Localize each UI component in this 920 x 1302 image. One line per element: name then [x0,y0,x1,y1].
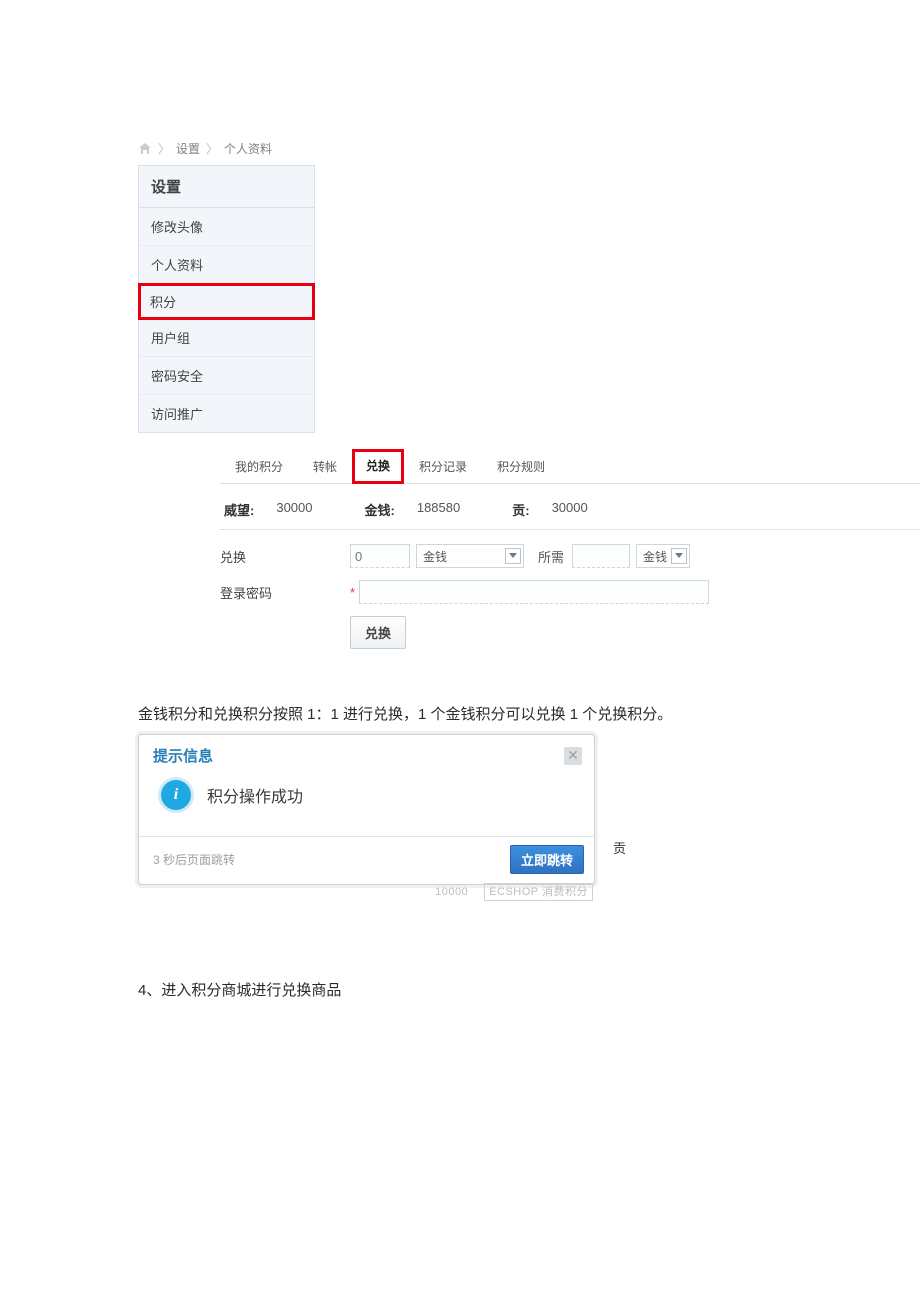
need-label: 所需 [538,547,564,566]
modal-under-row: 10000 ECSHOP 消费积分 [138,881,595,901]
tab-points-log[interactable]: 积分记录 [404,449,482,483]
stat-contrib-label: 贡: [512,500,529,519]
points-tabs: 我的积分 转帐 兑换 积分记录 积分规则 [220,449,920,484]
chevron-down-icon [505,548,521,564]
exchange-ratio-paragraph: 金钱积分和兑换积分按照 1：1 进行兑换，1 个金钱积分可以兑换 1 个兑换积分… [138,703,920,724]
login-password-input[interactable] [359,580,709,604]
sidebar-item-usergroup[interactable]: 用户组 [139,319,314,357]
stat-prestige-value: 30000 [276,500,312,519]
info-icon: i [161,780,191,810]
chevron-down-icon [671,548,687,564]
exchange-to-value: 金钱 [643,548,667,565]
tab-transfer[interactable]: 转帐 [298,449,352,483]
jump-now-button[interactable]: 立即跳转 [510,845,584,874]
sidebar-item-promotion[interactable]: 访问推广 [139,395,314,432]
exchange-from-value: 金钱 [423,548,447,565]
settings-sidebar: 设置 修改头像 个人资料 积分 用户组 密码安全 访问推广 [138,165,315,433]
sidebar-item-avatar[interactable]: 修改头像 [139,208,314,246]
close-icon[interactable]: ✕ [564,747,582,765]
modal-message: 积分操作成功 [207,783,303,807]
breadcrumb-item-profile[interactable]: 个人资料 [224,140,272,157]
exchange-qty-input[interactable] [350,544,410,568]
exchange-from-select[interactable]: 金钱 [416,544,524,568]
step-4-paragraph: 4、进入积分商城进行兑换商品 [138,979,920,1000]
success-modal: 提示信息 ✕ i 积分操作成功 3 秒后页面跳转 立即跳转 [138,734,595,885]
exchange-submit-button[interactable]: 兑换 [350,616,406,649]
points-stats: 威望: 30000 金钱: 188580 贡: 30000 [220,484,920,530]
breadcrumb-sep: 〉 [206,140,218,157]
tab-exchange[interactable]: 兑换 [352,449,404,484]
tab-my-points[interactable]: 我的积分 [220,449,298,483]
stat-money-label: 金钱: [365,500,395,519]
cropped-char: 贡 [613,838,626,857]
home-icon[interactable] [138,142,152,155]
password-label: 登录密码 [220,583,350,602]
sidebar-item-profile[interactable]: 个人资料 [139,246,314,284]
sidebar-item-password[interactable]: 密码安全 [139,357,314,395]
sidebar-item-points[interactable]: 积分 [138,283,315,320]
required-asterisk: * [350,585,355,600]
under-number: 10000 [435,886,468,898]
sidebar-header: 设置 [139,166,314,208]
under-text: ECSHOP 消费积分 [484,883,593,901]
modal-title: 提示信息 [153,745,213,766]
need-qty-input[interactable] [572,544,630,568]
stat-contrib-value: 30000 [552,500,588,519]
exchange-label: 兑换 [220,547,350,566]
stat-money-value: 188580 [417,500,460,519]
breadcrumb: 〉 设置 〉 个人资料 [138,140,920,157]
stat-prestige-label: 威望: [224,500,254,519]
modal-countdown: 3 秒后页面跳转 [153,851,235,868]
tab-points-rules[interactable]: 积分规则 [482,449,560,483]
breadcrumb-item-settings[interactable]: 设置 [176,140,200,157]
exchange-to-select[interactable]: 金钱 [636,544,690,568]
breadcrumb-sep: 〉 [158,140,170,157]
